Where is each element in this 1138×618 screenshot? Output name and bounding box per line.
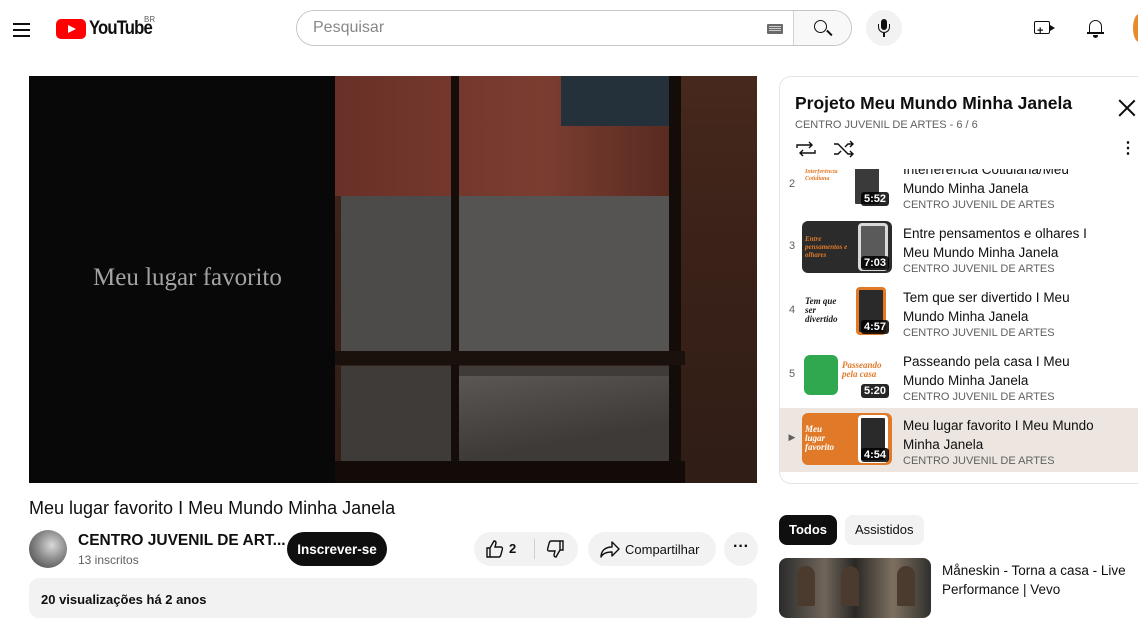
loop-icon [796,141,816,157]
duration-badge: 4:57 [860,320,889,334]
playlist-item-title: Tem que ser divertido I Meu Mundo Minha … [903,290,1070,324]
youtube-play-icon [56,19,86,39]
now-playing-icon: ▶ [788,432,796,442]
search-box [296,10,852,46]
playlist-panel: Projeto Meu Mundo Minha Janela CENTRO JU… [779,76,1138,484]
search-input[interactable] [297,11,793,45]
recommendation-thumbnail[interactable] [779,558,931,618]
menu-button[interactable] [6,14,38,46]
chip-watched[interactable]: Assistidos [845,515,924,545]
playlist-item-index: 5 [788,368,796,380]
channel-avatar[interactable] [29,530,67,568]
playlist-item-thumbnail: Entre pensamentos e olhares 7:03 [802,221,892,273]
playlist-item-thumbnail: Interferência Cotidiana 5:52 [802,169,892,209]
playlist-item-channel: CENTRO JUVENIL DE ARTES [903,327,1055,339]
green-shape [804,355,838,395]
share-button[interactable]: Compartilhar [588,532,716,566]
playlist-item-channel: CENTRO JUVENIL DE ARTES [903,199,1055,211]
playlist-item-title: Meu lugar favorito I Meu Mundo Minha Jan… [903,418,1094,452]
logo-region: BR [144,15,156,24]
duration-badge: 7:03 [860,256,889,270]
playlist-item-thumbnail: Meu lugar favorito 4:54 [802,413,892,465]
playlist-item-index: 2 [788,178,796,190]
like-dislike-group: 2 [474,532,578,566]
more-actions-button[interactable]: ··· [724,532,758,566]
playlist-item-index: 4 [788,304,796,316]
playlist-item-channel: CENTRO JUVENIL DE ARTES [903,455,1055,467]
video-caption: Meu lugar favorito [93,264,282,291]
loop-button[interactable] [794,139,820,159]
thumbnail-text: Interferência Cotidiana [805,169,838,182]
video-title: Meu lugar favorito I Meu Mundo Minha Jan… [29,498,396,518]
thumbnail-text: Passeando pela casa [842,360,882,379]
create-button[interactable]: + [1032,17,1056,39]
shuffle-icon [834,140,854,158]
chip-all[interactable]: Todos [779,515,838,545]
shuffle-button[interactable] [832,139,858,159]
menu-icon [13,23,30,25]
like-count: 2 [509,541,517,556]
share-icon [600,541,620,558]
dislike-button[interactable] [535,532,578,566]
playlist-item-title: Entre pensamentos e olhares I Meu Mundo … [903,226,1087,260]
share-label: Compartilhar [625,542,700,557]
playlist-item-title: Interferência Cotidiana/Meu Mundo Minha … [903,169,1069,196]
close-playlist-button[interactable] [1118,99,1136,117]
logo-text: YouTube [89,18,153,39]
dislike-icon [546,540,564,558]
playlist-item-thumbnail: Tem que ser divertido 4:57 [802,285,892,337]
playlist-subtitle: CENTRO JUVENIL DE ARTES - 6 / 6 [795,119,978,131]
top-bar: YouTube BR + [0,0,1138,56]
thumbnail-text: Entre pensamentos e olhares [805,235,848,259]
kebab-icon[interactable]: ⋮ [1120,139,1136,159]
playlist-item-channel: CENTRO JUVENIL DE ARTES [903,263,1055,275]
duration-badge: 5:20 [860,384,889,398]
playlist-item[interactable]: 3 Entre pensamentos e olhares 7:03 Entre… [780,216,1138,280]
playlist-item[interactable]: 4 Tem que ser divertido 4:57 Tem que ser… [780,280,1138,344]
view-count-date: 20 visualizações há 2 anos [41,592,207,607]
account-avatar[interactable] [1133,14,1138,42]
like-button[interactable]: 2 [474,532,534,566]
subscriber-count: 13 inscritos [78,553,139,567]
playlist-item-title: Passeando pela casa I Meu Mundo Minha Ja… [903,354,1070,388]
playlist-item-current[interactable]: ▶ Meu lugar favorito 4:54 Meu lugar favo… [780,408,1138,472]
subscribe-button[interactable]: Inscrever-se [287,532,387,566]
voice-search-button[interactable] [866,10,902,46]
thumbnail-text: Tem que ser divertido [805,296,838,324]
description-box[interactable]: 20 visualizações há 2 anos [29,578,757,618]
channel-name[interactable]: CENTRO JUVENIL DE ART... [78,532,286,550]
like-icon [486,540,504,558]
thumbnail-text: Meu lugar favorito [805,424,834,452]
duration-badge: 4:54 [860,448,889,462]
playlist-item[interactable]: 2 Interferência Cotidiana 5:52 Interferê… [780,169,1138,216]
playlist-item-channel: CENTRO JUVENIL DE ARTES [903,391,1055,403]
notifications-button[interactable] [1086,16,1106,40]
search-icon [814,20,827,33]
duration-badge: 5:52 [860,192,889,206]
youtube-logo[interactable]: YouTube BR [56,15,160,40]
recommendation-title[interactable]: Måneskin - Torna a casa - Live Performan… [942,561,1132,599]
playlist-item-index: 3 [788,240,796,252]
playlist-title[interactable]: Projeto Meu Mundo Minha Janela [795,93,1072,114]
search-button[interactable] [793,11,851,45]
playlist-item[interactable]: 5 Passeando pela casa 5:20 Passeando pel… [780,344,1138,408]
keyboard-icon[interactable] [767,24,783,34]
playlist-item-thumbnail: Passeando pela casa 5:20 [802,349,892,401]
video-player[interactable]: Meu lugar favorito [29,76,757,483]
playlist-items: 2 Interferência Cotidiana 5:52 Interferê… [780,169,1138,483]
